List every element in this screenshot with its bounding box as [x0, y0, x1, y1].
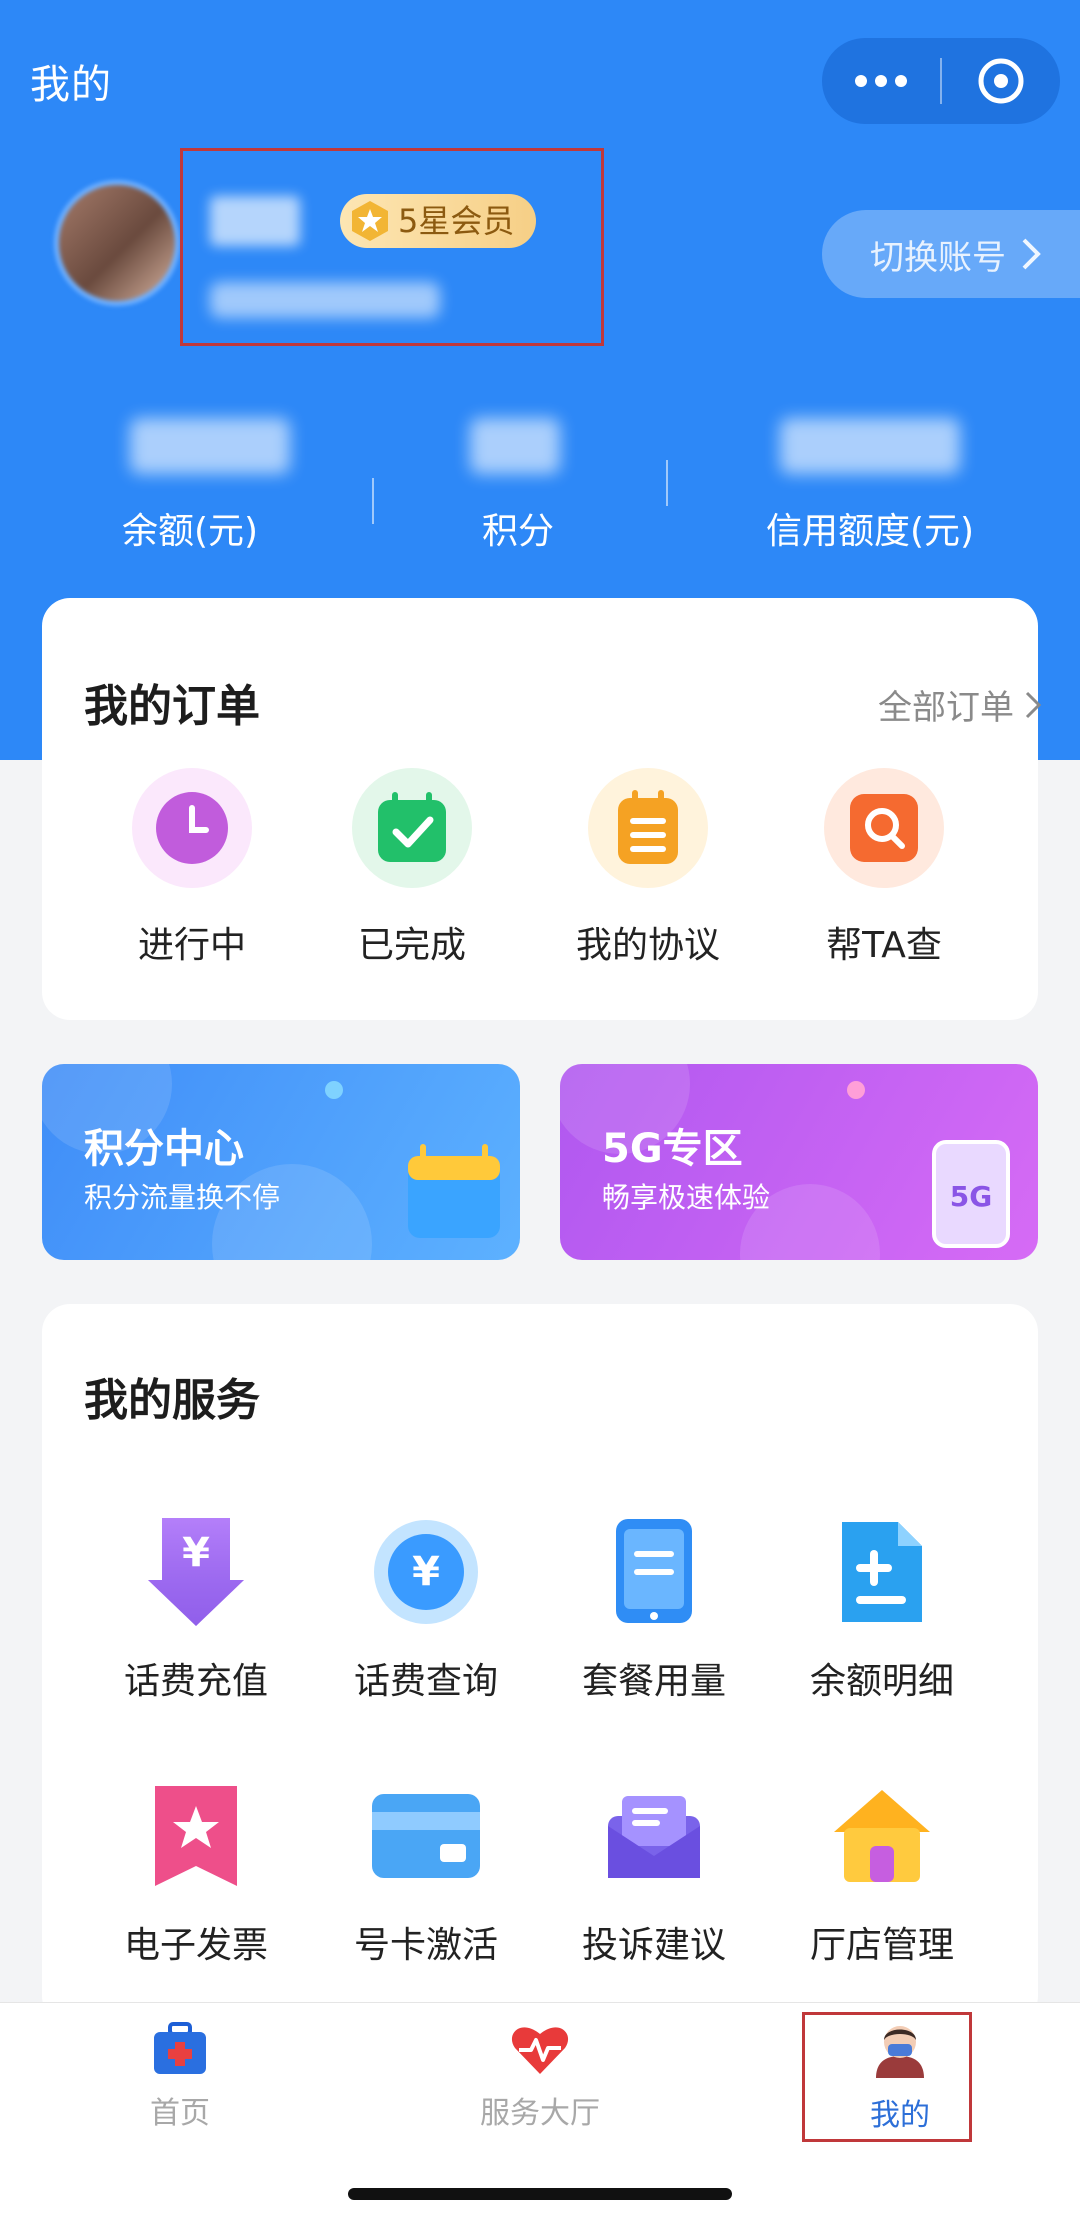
phone-number-redacted: [210, 282, 440, 318]
credit-limit-label[interactable]: 信用额度(元): [730, 502, 1010, 554]
member-level-label: 5星会员: [398, 202, 515, 240]
username-redacted: [210, 196, 300, 246]
yuan-down-arrow-icon: ¥: [136, 1512, 256, 1632]
star-icon: [352, 201, 388, 241]
order-check-for-others[interactable]: 帮TA查: [804, 768, 964, 968]
service-bill-inquiry[interactable]: ¥ 话费查询: [316, 1512, 536, 1704]
points-label[interactable]: 积分: [418, 502, 618, 554]
credit-value-redacted: [780, 418, 960, 474]
5g-phone-icon: 5G: [949, 1180, 993, 1213]
star-bookmark-icon: [136, 1776, 256, 1896]
5g-zone-subtitle: 畅享极速体验: [602, 1181, 771, 1214]
service-e-invoice[interactable]: 电子发票: [86, 1776, 306, 1968]
order-in-progress[interactable]: 进行中: [112, 768, 272, 968]
service-store-management[interactable]: 厅店管理: [772, 1776, 992, 1968]
envelope-icon: [594, 1776, 714, 1896]
house-icon: [822, 1776, 942, 1896]
card-icon: [366, 1776, 486, 1896]
phone-list-icon: [594, 1512, 714, 1632]
5g-zone-banner[interactable]: 5G专区 畅享极速体验 5G: [560, 1064, 1038, 1260]
medical-kit-icon: [154, 2022, 206, 2074]
home-indicator: [348, 2188, 732, 2200]
service-plan-usage[interactable]: 套餐用量: [544, 1512, 764, 1704]
order-my-agreement[interactable]: 我的协议: [568, 768, 728, 968]
more-menu-icon[interactable]: [822, 38, 940, 124]
active-tab-highlight-box: [802, 2012, 972, 2142]
service-complaint-suggestion[interactable]: 投诉建议: [544, 1776, 764, 1968]
magnifier-icon: [824, 768, 944, 888]
5g-zone-title: 5G专区: [602, 1126, 743, 1172]
my-orders-title: 我的订单: [84, 681, 260, 732]
points-center-subtitle: 积分流量换不停: [84, 1181, 281, 1214]
order-completed[interactable]: 已完成: [332, 768, 492, 968]
user-avatar[interactable]: [54, 180, 180, 306]
points-center-banner[interactable]: 积分中心 积分流量换不停: [42, 1064, 520, 1260]
mini-program-capsule: [822, 38, 1060, 124]
chevron-right-icon: [1022, 238, 1041, 270]
heart-pulse-icon: [511, 2027, 569, 2074]
points-value-redacted: [470, 418, 560, 474]
balance-label[interactable]: 余额(元): [90, 502, 290, 554]
yuan-coin-icon: ¥: [366, 1512, 486, 1632]
close-target-icon[interactable]: [942, 38, 1060, 124]
switch-account-button[interactable]: 切换账号: [822, 210, 1080, 298]
chevron-right-icon: [1025, 691, 1042, 718]
service-recharge[interactable]: ¥ 话费充值: [86, 1512, 306, 1704]
clock-icon: [132, 768, 252, 888]
service-card-activation[interactable]: 号卡激活: [316, 1776, 536, 1968]
service-balance-details[interactable]: 余额明细: [772, 1512, 992, 1704]
all-orders-link[interactable]: 全部订单: [878, 680, 1042, 729]
calendar-check-icon: [352, 768, 472, 888]
my-services-title: 我的服务: [84, 1375, 260, 1426]
tab-service-hall[interactable]: 服务大厅: [440, 2022, 640, 2132]
balance-value-redacted: [130, 418, 290, 474]
member-level-badge[interactable]: 5星会员: [340, 194, 537, 248]
points-center-title: 积分中心: [84, 1126, 244, 1172]
notepad-icon: [588, 768, 708, 888]
document-plus-icon: [822, 1512, 942, 1632]
tab-home[interactable]: 首页: [80, 2022, 280, 2132]
page-title: 我的: [30, 62, 112, 108]
